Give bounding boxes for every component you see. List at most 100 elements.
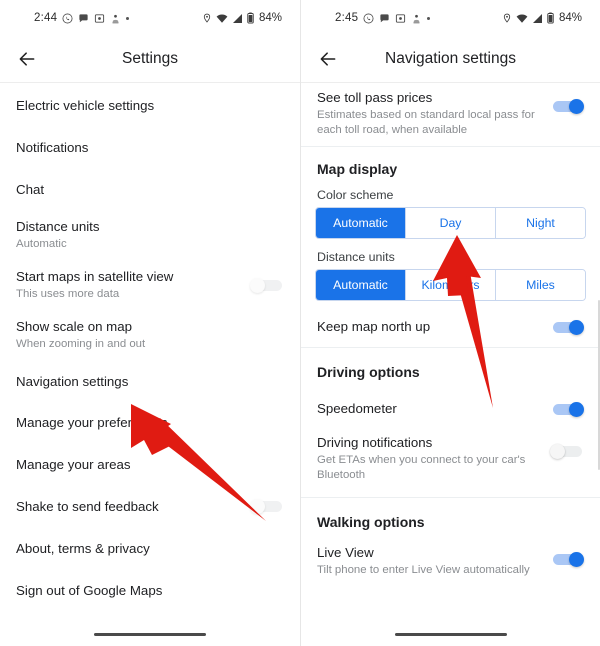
home-indicator [394,632,507,636]
app-bar: Settings [0,36,300,82]
back-arrow-icon[interactable] [14,46,40,72]
section-heading-driving-options: Driving options [317,364,420,381]
driving-notifications-subtitle: Get ETAs when you connect to your car's … [317,453,526,481]
color-scheme-option-day[interactable]: Day [405,208,495,239]
row-texts: Shake to send feedback [16,498,238,516]
driving-notifications-toggle[interactable] [550,444,584,460]
page-title: Settings [121,50,178,67]
row-texts: Notifications [16,139,284,157]
toll-pass-toggle[interactable] [550,99,584,114]
speedometer-toggle[interactable] [550,401,584,417]
toll-pass-subtitle: Estimates based on standard local pass f… [317,108,535,136]
page-title: Navigation settings [385,50,516,67]
settings-list: Electric vehicle settings Notifications … [0,83,300,611]
status-bar: 2:44 84% [0,0,300,36]
live-view-title: Live View [317,545,374,561]
row-texts: Show scale on map When zooming in and ou… [16,318,284,352]
status-bar: 2:45 84% [301,0,600,36]
row-texts: Manage your areas [16,456,284,474]
list-item-subtitle: Automatic [16,238,67,251]
section-heading-walking-options: Walking options [317,514,425,531]
row-texts: Sign out of Google Maps [16,582,284,600]
battery-icon [547,12,554,24]
list-item[interactable]: Chat [0,169,300,211]
chat-bubble-icon [78,13,89,24]
satellite-view-toggle[interactable] [250,277,284,293]
list-item[interactable]: Sign out of Google Maps [0,569,300,611]
row-texts: Navigation settings [16,373,284,391]
section-heading-map-display: Map display [317,161,398,178]
toll-pass-title: See toll pass prices [317,90,433,105]
row-texts: See toll pass prices Estimates based on … [317,89,538,138]
row-texts: Live View Tilt phone to enter Live View … [317,544,538,578]
list-item-title: About, terms & privacy [16,540,150,556]
signal-icon [232,13,243,24]
status-time: 2:44 [34,12,58,24]
app-bar: Navigation settings [301,36,600,82]
download-icon [411,13,422,24]
signal-icon [532,13,543,24]
distance-units-segmented-control: Automatic Kilometers Miles [315,269,586,302]
list-item-title: Manage your areas [16,457,131,473]
download-icon [110,13,121,24]
color-scheme-segmented-control: Automatic Day Night [315,207,586,240]
whatsapp-icon [363,13,374,24]
list-item[interactable]: Start maps in satellite view This uses m… [0,260,300,310]
row-texts: Speedometer [317,400,538,418]
list-item-subtitle: This uses more data [16,288,120,301]
toll-pass-row[interactable]: See toll pass prices Estimates based on … [301,83,600,146]
keep-map-north-up-toggle[interactable] [550,319,584,335]
driving-notifications-row[interactable]: Driving notifications Get ETAs when you … [301,428,600,491]
more-dot-icon [126,16,130,20]
row-texts: Distance units Automatic [16,218,284,252]
toggle-knob [569,401,584,417]
list-item-title: Electric vehicle settings [16,98,155,114]
color-scheme-label: Color scheme [317,188,394,203]
row-texts: Electric vehicle settings [16,97,284,115]
list-item[interactable]: Manage your preferences [0,402,300,444]
row-texts: Start maps in satellite view This uses m… [16,268,238,302]
distance-units-option-miles[interactable]: Miles [495,270,585,301]
scrollbar[interactable] [597,300,600,470]
list-item[interactable]: Notifications [0,127,300,169]
list-item-title: Distance units [16,219,100,235]
live-view-toggle[interactable] [550,552,584,568]
list-item[interactable]: Distance units Automatic [0,210,300,260]
list-item[interactable]: About, terms & privacy [0,528,300,570]
list-item-title: Show scale on map [16,319,133,335]
color-scheme-option-night[interactable]: Night [495,208,585,239]
list-item-subtitle: When zooming in and out [16,338,146,351]
list-item-title: Chat [16,181,45,197]
color-scheme-option-automatic[interactable]: Automatic [316,208,405,239]
list-item[interactable]: Manage your areas [0,444,300,486]
list-item[interactable]: Shake to send feedback [0,486,300,528]
keep-map-north-up-title: Keep map north up [317,319,431,335]
status-bar-left-group: 2:44 [12,12,130,24]
list-item-title: Start maps in satellite view [16,269,174,285]
speedometer-row[interactable]: Speedometer [301,390,600,428]
right-screen-navigation-settings: 2:45 84% Navigation settings See toll pa… [300,0,600,646]
toggle-knob [569,99,584,114]
wifi-icon [516,13,528,24]
list-item[interactable]: Show scale on map When zooming in and ou… [0,310,300,360]
whatsapp-icon [62,13,73,24]
sidebar-item-navigation-settings[interactable]: Navigation settings [0,360,300,402]
status-bar-right-group: 84% [502,12,586,24]
shake-to-send-feedback-toggle[interactable] [250,499,284,515]
distance-units-option-automatic[interactable]: Automatic [316,270,405,301]
distance-units-option-kilometers[interactable]: Kilometers [405,270,495,301]
live-view-row[interactable]: Live View Tilt phone to enter Live View … [301,540,600,582]
left-screen-settings: 2:44 84% Settings Electric vehicle setti… [0,0,300,646]
list-item[interactable]: Electric vehicle settings [0,85,300,127]
back-arrow-icon[interactable] [315,46,341,72]
list-item-title: Notifications [16,139,89,155]
keep-map-north-up-row[interactable]: Keep map north up [301,307,600,347]
more-dot-icon [427,16,431,20]
row-texts: About, terms & privacy [16,540,284,558]
driving-notifications-title: Driving notifications [317,435,433,451]
list-item-title: Navigation settings [16,373,129,389]
speedometer-title: Speedometer [317,401,397,417]
row-texts: Keep map north up [317,318,538,336]
status-bar-right-group: 84% [202,12,286,24]
list-item-title: Shake to send feedback [16,498,159,514]
